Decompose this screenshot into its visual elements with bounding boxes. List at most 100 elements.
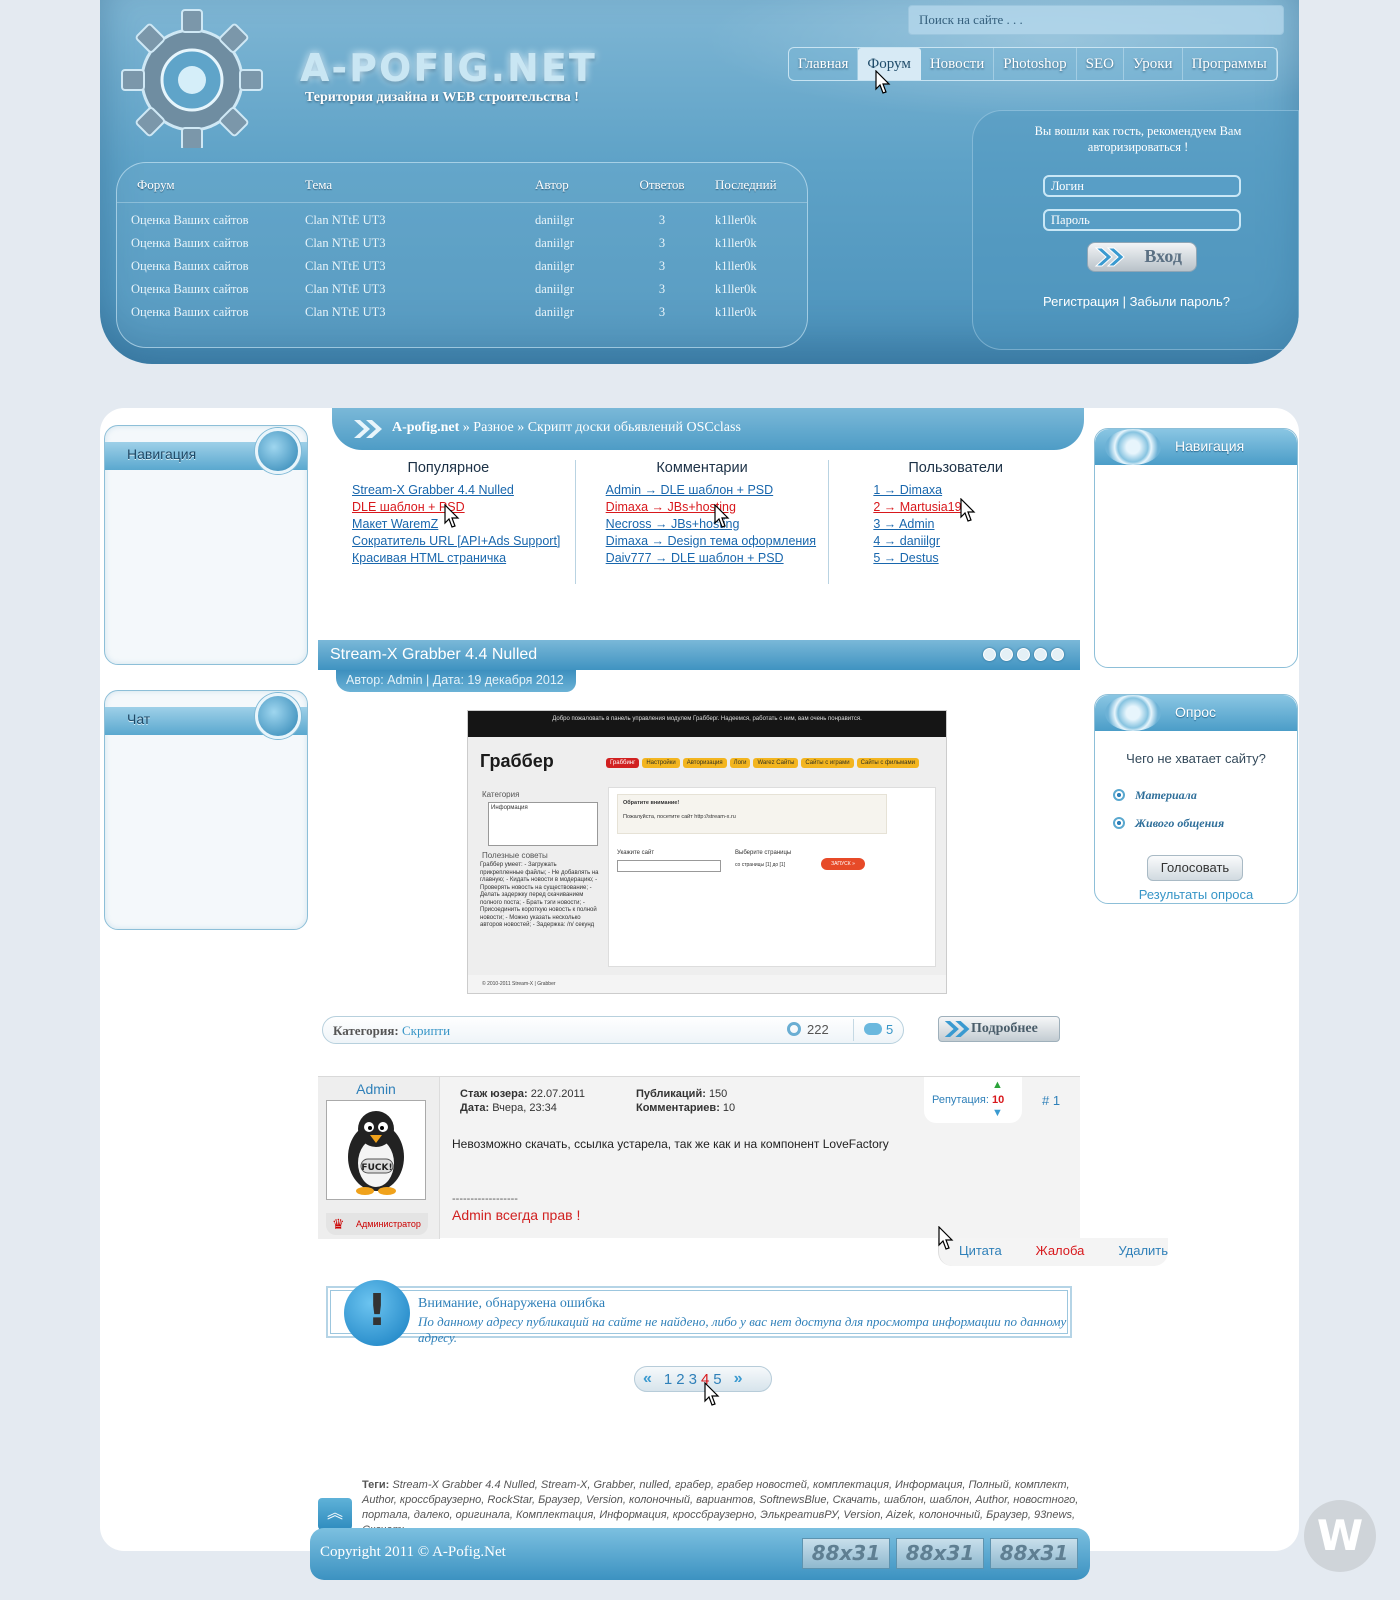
- breadcrumb-text: A-pofig.net » Разное » Скрипт доски обья…: [392, 420, 741, 436]
- replies-cell: 3: [658, 305, 666, 319]
- copyright: Copyright 2011 © A-Pofig.Net: [320, 1544, 506, 1560]
- author-cell[interactable]: daniilgr: [535, 305, 617, 320]
- forum-cell[interactable]: Оценка Ваших сайтов: [117, 305, 295, 320]
- prev-page-icon[interactable]: «: [643, 1370, 652, 1388]
- shot-logo: Граббер: [480, 751, 554, 771]
- comments-title: Комментарии: [656, 460, 748, 476]
- rating-dot[interactable]: [1017, 648, 1030, 661]
- rating-dot[interactable]: [1034, 648, 1047, 661]
- table-row[interactable]: Оценка Ваших сайтов Clan NTtE UT3 daniil…: [117, 278, 807, 301]
- nav-item-lessons[interactable]: Уроки: [1124, 48, 1183, 80]
- forum-cell[interactable]: Оценка Ваших сайтов: [117, 236, 295, 251]
- list-item[interactable]: Dimaxa → Design тема оформления: [606, 533, 829, 550]
- comment-signature: Admin всегда прав !: [452, 1207, 581, 1223]
- rep-down-icon[interactable]: ▼: [992, 1107, 1003, 1119]
- list-item[interactable]: Daiv777 → DLE шаблон + PSD: [606, 550, 829, 567]
- list-item[interactable]: 4 → daniilgr: [873, 533, 1082, 550]
- author-cell[interactable]: daniilgr: [535, 236, 617, 251]
- site-logo[interactable]: A-POFIG.NET: [300, 46, 597, 90]
- list-item[interactable]: Stream-X Grabber 4.4 Nulled: [352, 482, 575, 499]
- password-field[interactable]: Пароль: [1043, 209, 1241, 231]
- category-link[interactable]: Скрипти: [402, 1023, 450, 1038]
- list-item[interactable]: Сократитель URL [API+Ads Support]: [352, 533, 575, 550]
- list-item[interactable]: 5 → Destus: [873, 550, 1082, 567]
- left-nav-block: Навигация: [104, 425, 308, 665]
- page-link[interactable]: 3: [689, 1371, 697, 1388]
- poll-option[interactable]: Материала: [1135, 788, 1197, 803]
- list-item[interactable]: 1 → Dimaxa: [873, 482, 1082, 499]
- topic-cell[interactable]: Clan NTtE UT3: [295, 305, 535, 320]
- table-row[interactable]: Оценка Ваших сайтов Clan NTtE UT3 daniil…: [117, 301, 807, 324]
- login-message: Вы вошли как гость, рекомендуем Вам авто…: [1034, 124, 1242, 154]
- login-button[interactable]: Вход: [1087, 242, 1197, 272]
- forum-cell[interactable]: Оценка Ваших сайтов: [117, 213, 295, 228]
- comment-author-name[interactable]: Admin: [318, 1081, 434, 1097]
- forum-cell[interactable]: Оценка Ваших сайтов: [117, 259, 295, 274]
- register-forgot-links[interactable]: Регистрация | Забыли пароль?: [973, 294, 1299, 309]
- login-field[interactable]: Логин: [1043, 175, 1241, 197]
- topic-cell[interactable]: Clan NTtE UT3: [295, 282, 535, 297]
- nav-item-news[interactable]: Новости: [921, 48, 995, 80]
- report-button[interactable]: Жалоба: [1036, 1243, 1085, 1266]
- list-item[interactable]: DLE шаблон + PSD: [352, 499, 575, 516]
- comment-number[interactable]: # 1: [1042, 1093, 1060, 1108]
- shot-tabs: Граббинг Настройки Авторизация Логи Ware…: [606, 758, 919, 768]
- nav-item-home[interactable]: Главная: [789, 48, 859, 80]
- table-row[interactable]: Оценка Ваших сайтов Clan NTtE UT3 daniil…: [117, 209, 807, 232]
- comments-count[interactable]: 5: [853, 1019, 905, 1041]
- shot-input: [617, 860, 721, 872]
- quote-button[interactable]: Цитата: [959, 1243, 1002, 1266]
- topic-cell[interactable]: Clan NTtE UT3: [295, 259, 535, 274]
- last-cell[interactable]: k1ller0k: [707, 305, 807, 320]
- author-cell[interactable]: daniilgr: [535, 282, 617, 297]
- table-row[interactable]: Оценка Ваших сайтов Clan NTtE UT3 daniil…: [117, 255, 807, 278]
- rating-dots[interactable]: [983, 648, 1064, 661]
- nav-item-seo[interactable]: SEO: [1077, 48, 1124, 80]
- shot-range: со страницы [1] до [1]: [735, 862, 786, 868]
- breadcrumb-path[interactable]: » Разное » Скрипт доски обьявлений OSCcl…: [459, 420, 741, 435]
- forum-cell[interactable]: Оценка Ваших сайтов: [117, 282, 295, 297]
- more-button[interactable]: Подробнее: [938, 1016, 1060, 1042]
- author-cell[interactable]: daniilgr: [535, 213, 617, 228]
- list-item[interactable]: Admin → DLE шаблон + PSD: [606, 482, 829, 499]
- rating-dot[interactable]: [1000, 648, 1013, 661]
- page-link[interactable]: 2: [676, 1371, 684, 1388]
- list-item[interactable]: Красивая HTML страничка: [352, 550, 575, 567]
- scroll-top-button[interactable]: ︽: [318, 1498, 352, 1530]
- nav-item-photoshop[interactable]: Photoshop: [994, 48, 1077, 80]
- poll-radio[interactable]: [1113, 789, 1125, 801]
- breadcrumb-site-link[interactable]: A-pofig.net: [392, 420, 459, 435]
- topic-cell[interactable]: Clan NTtE UT3: [295, 213, 535, 228]
- delete-button[interactable]: Удалить: [1118, 1243, 1168, 1266]
- counter-button[interactable]: 88x31: [990, 1538, 1078, 1569]
- article-screenshot[interactable]: Добро пожаловать в панель управления мод…: [467, 710, 947, 994]
- avatar[interactable]: FUCK!: [326, 1100, 426, 1200]
- search-input[interactable]: Поиск на сайте . . .: [908, 5, 1284, 35]
- page-link[interactable]: 1: [664, 1371, 672, 1388]
- category-info: Категория: Скрипти: [333, 1023, 450, 1039]
- last-cell[interactable]: k1ller0k: [707, 259, 807, 274]
- signature-divider: ------------------: [452, 1193, 518, 1205]
- rating-dot[interactable]: [1051, 648, 1064, 661]
- poll-option[interactable]: Живого общения: [1135, 816, 1224, 831]
- vote-button[interactable]: Голосовать: [1147, 855, 1243, 881]
- last-cell[interactable]: k1ller0k: [707, 282, 807, 297]
- shot-start-button: ЗАПУСК »: [821, 858, 865, 870]
- poll-radio[interactable]: [1113, 817, 1125, 829]
- nav-item-programs[interactable]: Программы: [1183, 48, 1277, 80]
- list-item[interactable]: Макет WaremZ: [352, 516, 575, 533]
- author-cell[interactable]: daniilgr: [535, 259, 617, 274]
- table-row[interactable]: Оценка Ваших сайтов Clan NTtE UT3 daniil…: [117, 232, 807, 255]
- counter-button[interactable]: 88x31: [802, 1538, 890, 1569]
- poll-results-link[interactable]: Результаты опроса: [1095, 887, 1297, 902]
- rating-dot[interactable]: [983, 648, 996, 661]
- next-page-icon[interactable]: »: [734, 1370, 743, 1388]
- last-cell[interactable]: k1ller0k: [707, 213, 807, 228]
- chat-block: Чат: [104, 690, 308, 930]
- block-title: Чат: [127, 711, 151, 727]
- article-title[interactable]: Stream-X Grabber 4.4 Nulled: [330, 646, 537, 664]
- counter-button[interactable]: 88x31: [896, 1538, 984, 1569]
- topic-cell[interactable]: Clan NTtE UT3: [295, 236, 535, 251]
- last-cell[interactable]: k1ller0k: [707, 236, 807, 251]
- rep-up-icon[interactable]: ▲: [992, 1079, 1003, 1091]
